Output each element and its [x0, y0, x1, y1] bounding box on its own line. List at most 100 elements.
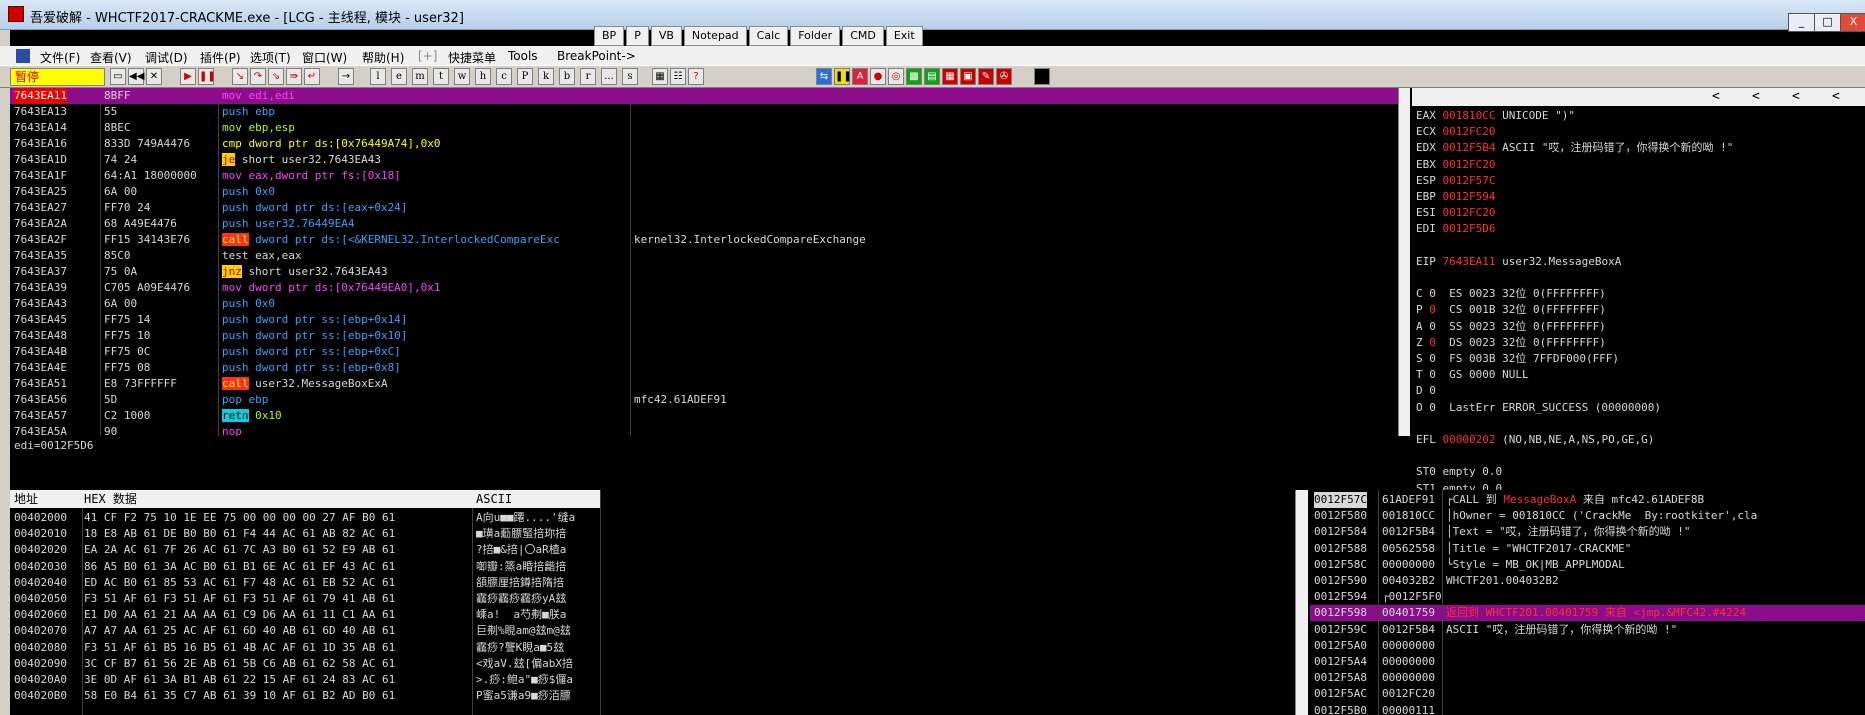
disasm-row[interactable]: 7643EA2F FF15 34143E76 call dword ptr ds:[…	[10, 232, 1408, 248]
reg-nav-arrow[interactable]: <	[1712, 88, 1720, 106]
menu-item[interactable]: [+]	[418, 49, 437, 63]
stack-pane[interactable]: 0012F57C 61ADEF91 ┌CALL 到 MessageBoxA 来自 m…	[1310, 490, 1865, 715]
a-plugin-icon[interactable]: A	[852, 68, 868, 85]
disasm-row[interactable]: 7643EA45 FF75 14 push dword ptr ss:[ebp+0x…	[10, 312, 1408, 328]
minimize-button[interactable]: _	[1788, 13, 1815, 32]
register-line[interactable]: Z 0 DS 0023 32位 0(FFFFFFFF)	[1416, 335, 1606, 351]
grid-icon[interactable]: ▦	[652, 68, 668, 85]
register-line[interactable]: C 0 ES 0023 32位 0(FFFFFFFF)	[1416, 286, 1606, 302]
view-button-s[interactable]: s	[622, 68, 638, 85]
step-over-icon[interactable]: ↷	[250, 68, 266, 85]
hex-icon[interactable]: ▦	[942, 68, 958, 85]
run-icon[interactable]: ▶	[180, 68, 196, 85]
disasm-row[interactable]: 7643EA57 C2 1000 retn 0x10	[10, 408, 1408, 424]
register-line[interactable]: EAX 001810CC UNICODE ")"	[1416, 108, 1575, 124]
quick-button-cmd[interactable]: CMD	[842, 26, 884, 46]
register-line[interactable]: EDX 0012F5B4 ASCII "哎，注册码错了，你得换个新的呦 !"	[1416, 140, 1733, 156]
close-button[interactable]: X	[1840, 13, 1865, 32]
trace-into-icon[interactable]: ⇘	[268, 68, 284, 85]
quick-button-calc[interactable]: Calc	[748, 26, 789, 46]
register-line[interactable]: ESI 0012FC20	[1416, 205, 1495, 221]
menu-item[interactable]: 窗口(W)	[302, 49, 347, 66]
col-header-hex[interactable]: HEX 数据	[84, 490, 137, 508]
reg-nav-arrow[interactable]: <	[1752, 88, 1760, 106]
disasm-row[interactable]: 7643EA5A 90 nop	[10, 424, 1408, 436]
disasm-row[interactable]: 7643EA4E FF75 08 push dword ptr ss:[ebp+0x…	[10, 360, 1408, 376]
menu-item[interactable]: 帮助(H)	[362, 49, 404, 66]
view-button-w[interactable]: w	[454, 68, 470, 85]
stack-row[interactable]: 0012F5A0 00000000	[1310, 638, 1865, 654]
register-line[interactable]: EBX 0012FC20	[1416, 157, 1495, 173]
calendar-icon[interactable]: ▤	[924, 68, 940, 85]
register-line[interactable]: S 0 FS 003B 32位 7FFDF000(FFF)	[1416, 351, 1619, 367]
register-line[interactable]: EBP 0012F594	[1416, 189, 1495, 205]
quick-button-bp[interactable]: BP	[594, 26, 625, 46]
view-button-k[interactable]: k	[538, 68, 554, 85]
disasm-row[interactable]: 7643EA27 FF70 24 push dword ptr ds:[eax+0x…	[10, 200, 1408, 216]
stack-row[interactable]: 0012F584 0012F5B4 │Text = "哎，注册码错了，你得换个新的呦…	[1310, 524, 1865, 540]
register-line[interactable]: A 0 SS 0023 32位 0(FFFFFFFF)	[1416, 319, 1606, 335]
pause-plugin-icon[interactable]: ❚❚	[834, 68, 852, 85]
disasm-row[interactable]: 7643EA51 E8 73FFFFFF call user32.MessageBo…	[10, 376, 1408, 392]
disasm-row[interactable]: 7643EA2A 68 A49E4476 push user32.76449EA4	[10, 216, 1408, 232]
target-icon[interactable]: ◎	[888, 68, 904, 85]
menu-item[interactable]: BreakPoint->	[557, 49, 636, 63]
register-line[interactable]: EIP 7643EA11 user32.MessageBoxA	[1416, 254, 1621, 270]
goto-icon[interactable]: →	[338, 68, 354, 85]
stack-row[interactable]: 0012F59C 0012F5B4 ASCII "哎，注册码错了，你得换个新的呦 !…	[1310, 622, 1865, 638]
register-line[interactable]: EDI 0012F5D6	[1416, 221, 1495, 237]
stack-row[interactable]: 0012F590 004032B2 WHCTF201.004032B2	[1310, 573, 1865, 589]
menu-item[interactable]: 快捷菜单	[448, 49, 496, 66]
view-button-P[interactable]: P	[517, 68, 533, 85]
disasm-row[interactable]: 7643EA39 C705 A09E4476 mov dword ptr ds:[0…	[10, 280, 1408, 296]
view-button-t[interactable]: t	[433, 68, 449, 85]
black-square-icon[interactable]	[1034, 68, 1050, 85]
register-line[interactable]: EFL 00000202 (NO,NB,NE,A,NS,PO,GE,G)	[1416, 432, 1654, 448]
view-button-c[interactable]: c	[496, 68, 512, 85]
open-icon[interactable]: ▭	[110, 68, 126, 85]
stack-row[interactable]: 0012F5A8 00000000	[1310, 670, 1865, 686]
reg-nav-arrow[interactable]: <	[1792, 88, 1800, 106]
disasm-row[interactable]: 7643EA16 833D 749A4476 cmp dword ptr ds:[0…	[10, 136, 1408, 152]
close-icon[interactable]: ✕	[146, 68, 162, 85]
menu-item[interactable]: 调试(D)	[145, 49, 188, 66]
view-button-m[interactable]: m	[412, 68, 428, 85]
disasm-row[interactable]: 7643EA4B FF75 0C push dword ptr ss:[ebp+0x…	[10, 344, 1408, 360]
decode-icon[interactable]: ✇	[996, 68, 1012, 85]
stack-row[interactable]: 0012F580 001810CC │hOwner = 001810CC ('Cra…	[1310, 508, 1865, 524]
view-button-r[interactable]: r	[580, 68, 596, 85]
disasm-row[interactable]: 7643EA35 85C0 test eax,eax	[10, 248, 1408, 264]
quick-button-p[interactable]: P	[626, 26, 649, 46]
register-line[interactable]: ST0 empty 0.0	[1416, 464, 1502, 480]
step-into-icon[interactable]: ↘	[232, 68, 248, 85]
stack-row[interactable]: 0012F594 ┌0012F5F0	[1310, 589, 1865, 605]
maximize-button[interactable]: □	[1814, 13, 1841, 32]
stack-row[interactable]: 0012F598 00401759 返回到 WHCTF201.00401759 来自…	[1310, 605, 1865, 622]
reg-nav-arrow[interactable]: <	[1832, 88, 1840, 106]
script-icon[interactable]: ✎	[978, 68, 994, 85]
hex-dump-pane[interactable]: 地址 HEX 数据 ASCII 00402000 41 CF F2 75 10 1…	[10, 490, 1310, 715]
menu-item[interactable]: 选项(T)	[250, 49, 291, 66]
stack-row[interactable]: 0012F588 00562558 │Title = "WHCTF2017-CRAC…	[1310, 541, 1865, 557]
disasm-row[interactable]: 7643EA25 6A 00 push 0x0	[10, 184, 1408, 200]
register-line[interactable]: D 0	[1416, 383, 1436, 399]
disasm-row[interactable]: 7643EA1D 74 24 je short user32.7643EA43	[10, 152, 1408, 168]
switch-icon[interactable]: ⇆	[816, 68, 832, 85]
view-button-h[interactable]: h	[475, 68, 491, 85]
stack-row[interactable]: 0012F5AC 0012FC20	[1310, 686, 1865, 702]
view-button-l[interactable]: l	[370, 68, 386, 85]
stack-row[interactable]: 0012F5B0 00000111	[1310, 703, 1865, 715]
menu-item[interactable]: 查看(V)	[90, 49, 132, 66]
disasm-row[interactable]: 7643EA1F 64:A1 18000000 mov eax,dword ptr …	[10, 168, 1408, 184]
disasm-row[interactable]: 7643EA37 75 0A jnz short user32.7643EA43	[10, 264, 1408, 280]
disassembly-pane[interactable]: 7643EA11 8BFF mov edi,edi 7643EA13 55 push eb…	[10, 88, 1408, 436]
unpack-icon[interactable]: ▣	[960, 68, 976, 85]
quick-button-folder[interactable]: Folder	[790, 26, 841, 46]
view-button-b[interactable]: b	[559, 68, 575, 85]
register-line[interactable]: ECX 0012FC20	[1416, 124, 1495, 140]
record-icon[interactable]: ●	[870, 68, 886, 85]
pause-icon[interactable]: ❚❚	[198, 68, 216, 85]
quick-button-exit[interactable]: Exit	[885, 26, 923, 46]
registers-pane[interactable]: 寄存器 (FPU) < < < < EAX 001810CC UNICODE "…	[1412, 88, 1865, 527]
menu-item[interactable]: 插件(P)	[200, 49, 241, 66]
